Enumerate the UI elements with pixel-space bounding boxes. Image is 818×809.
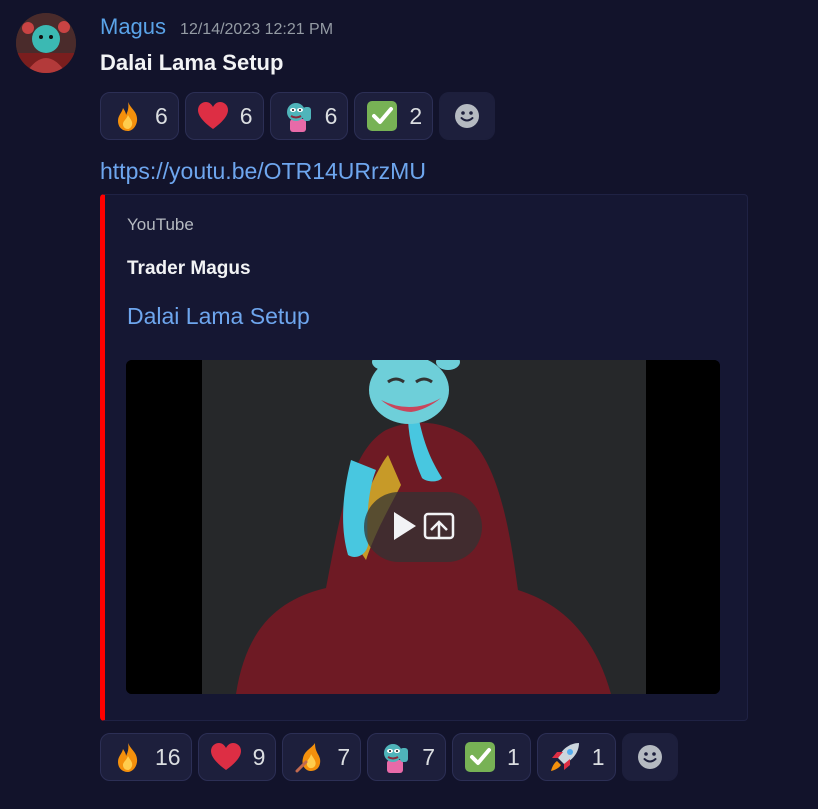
reaction-rocket[interactable]: 1 (536, 733, 616, 781)
embed-provider[interactable]: YouTube (127, 215, 194, 235)
embed-author[interactable]: Trader Magus (127, 258, 251, 280)
message-link[interactable]: https://youtu.be/OTR14URrzMU (100, 158, 426, 185)
flame-emoji-icon (295, 743, 321, 773)
pepe-emoji-icon (384, 744, 409, 773)
message-header: Magus 12/14/2023 12:21 PM (100, 14, 333, 44)
reaction-count: 6 (324, 102, 338, 129)
fire-emoji-icon (118, 102, 138, 131)
username[interactable]: Magus (100, 14, 166, 40)
reaction-heart[interactable]: 9 (197, 733, 277, 781)
reaction-bar: 6 6 6 2 (100, 92, 496, 140)
smiley-icon (637, 745, 662, 769)
check-emoji-icon (367, 101, 398, 131)
reaction-fire[interactable]: 16 (100, 733, 192, 781)
heart-emoji-icon (210, 743, 241, 770)
reaction-count: 9 (252, 743, 266, 770)
reaction-flame[interactable]: 7 (282, 733, 362, 781)
reaction-check[interactable]: 2 (354, 92, 434, 140)
add-reaction-button[interactable] (621, 733, 678, 781)
reaction-pepe[interactable]: 7 (367, 733, 446, 781)
reaction-check[interactable]: 1 (451, 733, 531, 781)
add-reaction-button[interactable] (439, 92, 496, 140)
reaction-count: 2 (409, 102, 423, 129)
reaction-count: 7 (422, 743, 435, 770)
reaction-fire[interactable]: 6 (100, 92, 179, 140)
video-thumbnail[interactable] (126, 360, 720, 694)
reaction-count: 6 (239, 102, 253, 129)
embed-title[interactable]: Dalai Lama Setup (127, 303, 310, 330)
message-text: Dalai Lama Setup (100, 50, 284, 75)
reaction-pepe[interactable]: 6 (269, 92, 349, 140)
reaction-bar: 16 9 7 7 1 1 (100, 733, 678, 781)
smiley-icon (455, 104, 480, 128)
reaction-count: 6 (155, 102, 168, 129)
reaction-heart[interactable]: 6 (184, 92, 264, 140)
rocket-emoji-icon (550, 743, 579, 771)
youtube-embed: YouTube Trader Magus Dalai Lama Setup (100, 194, 748, 721)
reaction-count: 1 (506, 743, 520, 770)
avatar[interactable] (16, 13, 76, 73)
timestamp[interactable]: 12/14/2023 12:21 PM (180, 21, 333, 39)
play-overlay[interactable] (364, 492, 482, 562)
pepe-monk-image (126, 360, 720, 694)
reaction-count: 1 (591, 743, 605, 770)
pepe-emoji-icon (286, 103, 311, 132)
reaction-count: 7 (337, 743, 351, 770)
reaction-count: 16 (155, 743, 181, 770)
fire-emoji-icon (118, 743, 138, 772)
check-emoji-icon (464, 742, 495, 772)
heart-emoji-icon (197, 102, 228, 129)
chat-message: Magus 12/14/2023 12:21 PM Dalai Lama Set… (0, 0, 818, 809)
